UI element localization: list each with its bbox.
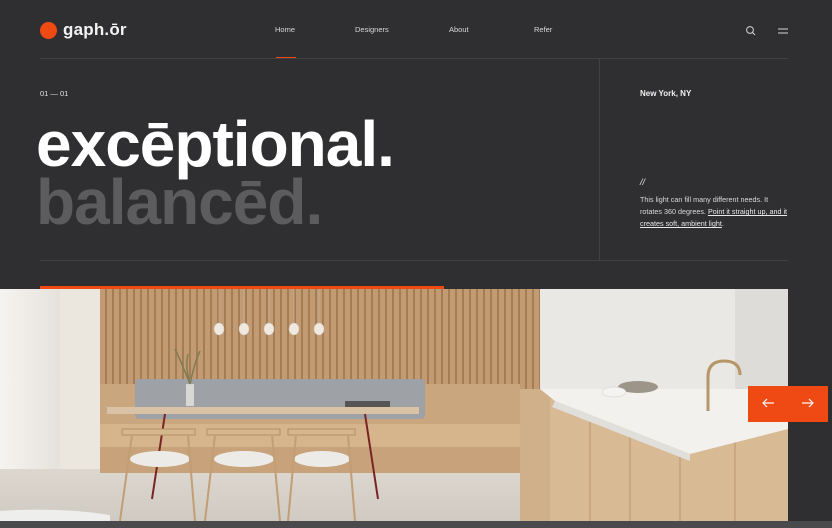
arrow-right-icon	[801, 395, 815, 413]
hero-description: This light can fill many different needs…	[640, 194, 788, 230]
slider-controls	[748, 386, 828, 422]
hero-photo	[0, 289, 788, 521]
nav-about[interactable]: About	[449, 25, 469, 34]
description-end: .	[721, 219, 724, 228]
nav-refer[interactable]: Refer	[534, 25, 552, 34]
headline-secondary: balancēd.	[36, 166, 323, 238]
search-icon[interactable]	[745, 24, 757, 36]
menu-icon[interactable]	[777, 24, 789, 36]
next-slide-button[interactable]	[788, 386, 828, 422]
slide-counter: 01 — 01	[40, 89, 69, 98]
site-header: gaph.ōr Home Designers About Refer	[0, 0, 832, 59]
prev-slide-button[interactable]	[748, 386, 788, 422]
nav-designers[interactable]: Designers	[355, 25, 389, 34]
header-divider	[40, 58, 788, 59]
vertical-divider	[599, 59, 600, 260]
nav-home[interactable]: Home	[275, 25, 295, 34]
quote-mark: //	[640, 177, 646, 187]
page: gaph.ōr Home Designers About Refer 01 — …	[0, 0, 832, 521]
kitchen-dining-image	[0, 289, 788, 521]
hero-divider	[40, 260, 788, 261]
location-label: New York, NY	[640, 89, 692, 98]
main-nav: Home Designers About Refer	[0, 25, 832, 37]
arrow-left-icon	[761, 395, 775, 413]
